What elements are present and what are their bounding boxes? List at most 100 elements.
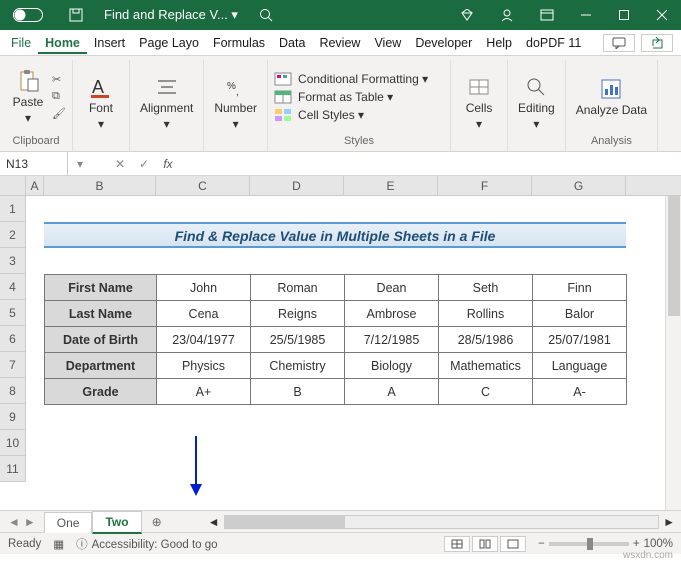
tab-insert[interactable]: Insert: [87, 32, 132, 54]
scroll-right-icon[interactable]: ►: [663, 515, 675, 529]
view-page-break-button[interactable]: [500, 536, 526, 552]
cell[interactable]: John: [157, 275, 251, 301]
row-header[interactable]: 10: [0, 430, 25, 456]
sheet-title-cell[interactable]: Find & Replace Value in Multiple Sheets …: [44, 222, 626, 248]
vertical-scrollbar[interactable]: [665, 196, 681, 510]
cell[interactable]: Roman: [251, 275, 345, 301]
name-box-dropdown[interactable]: ▾: [68, 152, 92, 175]
data-table[interactable]: First NameJohnRomanDeanSethFinn Last Nam…: [44, 274, 627, 405]
cell[interactable]: Language: [533, 353, 627, 379]
view-normal-button[interactable]: [444, 536, 470, 552]
cell[interactable]: Ambrose: [345, 301, 439, 327]
row-header[interactable]: 8: [0, 378, 25, 404]
fx-icon[interactable]: fx: [156, 152, 180, 175]
col-header-a[interactable]: A: [26, 176, 44, 195]
cell[interactable]: Mathematics: [439, 353, 533, 379]
clipboard-small-buttons[interactable]: ✂ ⧉ 🖌: [52, 73, 66, 120]
sheet-tab-one[interactable]: One: [44, 512, 93, 533]
col-header-d[interactable]: D: [250, 176, 344, 195]
cell[interactable]: Seth: [439, 275, 533, 301]
ribbon-options-icon[interactable]: [527, 0, 567, 30]
row-header[interactable]: 11: [0, 456, 25, 482]
zoom-out-button[interactable]: −: [538, 538, 545, 550]
sheet-tab-two[interactable]: Two: [92, 511, 141, 534]
row-header[interactable]: 7: [0, 352, 25, 378]
tab-developer[interactable]: Developer: [408, 32, 479, 54]
comments-button[interactable]: [603, 34, 635, 52]
row-header[interactable]: 6: [0, 326, 25, 352]
tab-data[interactable]: Data: [272, 32, 312, 54]
tab-nav-prev[interactable]: ◄: [8, 515, 20, 529]
row-label[interactable]: Last Name: [45, 301, 157, 327]
enter-formula-icon[interactable]: ✓: [132, 152, 156, 175]
cell[interactable]: 23/04/1977: [157, 327, 251, 353]
paste-button[interactable]: Paste ▾: [6, 67, 50, 127]
macro-record-icon[interactable]: ▦: [53, 537, 64, 551]
share-button[interactable]: [641, 34, 673, 52]
tab-file[interactable]: File: [4, 32, 38, 54]
tab-nav-next[interactable]: ►: [24, 515, 36, 529]
zoom-slider[interactable]: [549, 542, 629, 546]
analyze-data-button[interactable]: Analyze Data: [572, 75, 651, 119]
cell[interactable]: 25/5/1985: [251, 327, 345, 353]
copy-icon[interactable]: ⧉: [52, 90, 66, 103]
row-header[interactable]: 4: [0, 274, 25, 300]
tab-review[interactable]: Review: [312, 32, 367, 54]
col-header-e[interactable]: E: [344, 176, 438, 195]
row-label[interactable]: First Name: [45, 275, 157, 301]
cells-button[interactable]: Cells▾: [457, 73, 501, 133]
row-header[interactable]: 1: [0, 196, 25, 222]
row-label[interactable]: Department: [45, 353, 157, 379]
tab-home[interactable]: Home: [38, 32, 87, 54]
cut-icon[interactable]: ✂: [52, 73, 66, 86]
cell[interactable]: Dean: [345, 275, 439, 301]
cell[interactable]: B: [251, 379, 345, 405]
tab-view[interactable]: View: [367, 32, 408, 54]
editing-button[interactable]: Editing▾: [514, 73, 559, 133]
view-page-layout-button[interactable]: [472, 536, 498, 552]
number-button[interactable]: %,Number▾: [210, 73, 261, 133]
tab-formulas[interactable]: Formulas: [206, 32, 272, 54]
col-header-g[interactable]: G: [532, 176, 626, 195]
scrollbar-thumb[interactable]: [668, 196, 680, 316]
cell[interactable]: Rollins: [439, 301, 533, 327]
scroll-left-icon[interactable]: ◄: [208, 515, 220, 529]
row-label[interactable]: Date of Birth: [45, 327, 157, 353]
cell-styles-button[interactable]: Cell Styles ▾: [274, 107, 364, 123]
select-all-corner[interactable]: [0, 176, 26, 195]
format-painter-icon[interactable]: 🖌: [52, 107, 66, 120]
user-icon[interactable]: [487, 0, 527, 30]
cell[interactable]: A: [345, 379, 439, 405]
cell[interactable]: A+: [157, 379, 251, 405]
cell[interactable]: Finn: [533, 275, 627, 301]
autosave-toggle[interactable]: [0, 0, 56, 30]
diamond-icon[interactable]: [447, 0, 487, 30]
format-as-table-button[interactable]: Format as Table ▾: [274, 89, 393, 105]
row-header[interactable]: 5: [0, 300, 25, 326]
cell[interactable]: Reigns: [251, 301, 345, 327]
font-button[interactable]: AFont▾: [79, 73, 123, 133]
row-header[interactable]: 3: [0, 248, 25, 274]
cell[interactable]: Cena: [157, 301, 251, 327]
cell[interactable]: A-: [533, 379, 627, 405]
tab-page-layout[interactable]: Page Layo: [132, 32, 206, 54]
scrollbar-thumb[interactable]: [225, 516, 345, 528]
row-header[interactable]: 9: [0, 404, 25, 430]
tab-dopdf[interactable]: doPDF 11: [519, 32, 588, 54]
search-icon[interactable]: [246, 0, 286, 30]
zoom-level[interactable]: 100%: [644, 538, 673, 550]
cell[interactable]: Physics: [157, 353, 251, 379]
new-sheet-button[interactable]: ⊕: [142, 515, 172, 529]
worksheet[interactable]: A B C D E F G 1 2 3 4 5 6 7 8 9 10 11 Fi…: [0, 176, 681, 510]
row-label[interactable]: Grade: [45, 379, 157, 405]
cell[interactable]: Biology: [345, 353, 439, 379]
row-header[interactable]: 2: [0, 222, 25, 248]
save-icon[interactable]: [56, 0, 96, 30]
col-header-b[interactable]: B: [44, 176, 156, 195]
minimize-icon[interactable]: [567, 0, 605, 30]
cell[interactable]: 7/12/1985: [345, 327, 439, 353]
maximize-icon[interactable]: [605, 0, 643, 30]
cell[interactable]: C: [439, 379, 533, 405]
close-icon[interactable]: [643, 0, 681, 30]
formula-input[interactable]: [180, 162, 681, 166]
